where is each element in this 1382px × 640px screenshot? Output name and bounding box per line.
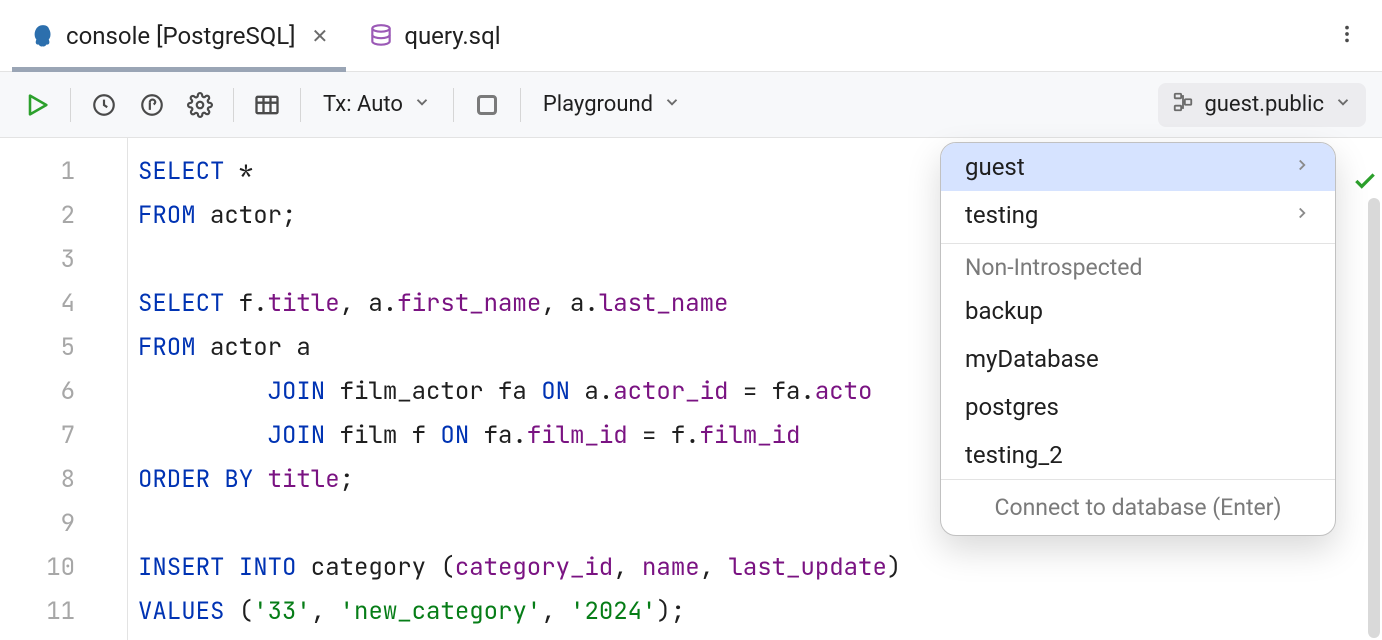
- db-item-testing_2[interactable]: testing_2: [941, 431, 1335, 479]
- gutter-line: 9: [0, 502, 75, 546]
- gutter-line: 2: [0, 194, 75, 238]
- history-button[interactable]: [83, 84, 125, 126]
- gutter-line: 3: [0, 238, 75, 282]
- session-dropdown[interactable]: Playground: [533, 84, 691, 126]
- gutter-line: 4: [0, 282, 75, 326]
- schema-selector[interactable]: guest.public: [1158, 83, 1366, 127]
- gutter-line: 8: [0, 458, 75, 502]
- gutter-line: 10: [0, 546, 75, 590]
- db-item-myDatabase[interactable]: myDatabase: [941, 335, 1335, 383]
- code-line[interactable]: [138, 238, 901, 282]
- table-view-button[interactable]: [246, 84, 288, 126]
- run-button[interactable]: [16, 84, 58, 126]
- code-line[interactable]: VALUES ('33', 'new_category', '2024');: [138, 590, 901, 634]
- chevron-down-icon: [1334, 92, 1352, 117]
- chevron-right-icon: [1293, 155, 1311, 180]
- code-line[interactable]: JOIN film_actor fa ON a.actor_id = fa.ac…: [138, 370, 901, 414]
- tab-query[interactable]: query.sql: [350, 0, 518, 71]
- code-line[interactable]: FROM actor;: [138, 194, 901, 238]
- tab-bar: console [PostgreSQL] ✕ query.sql: [0, 0, 1382, 72]
- gutter-line: 6: [0, 370, 75, 414]
- chevron-right-icon: [1293, 203, 1311, 228]
- database-icon: [368, 23, 394, 49]
- separator: [233, 88, 234, 122]
- tab-label: query.sql: [404, 22, 500, 50]
- db-item-guest[interactable]: guest: [941, 143, 1335, 191]
- separator: [453, 88, 454, 122]
- db-item-label: postgres: [965, 393, 1059, 421]
- close-icon[interactable]: ✕: [312, 24, 329, 48]
- stop-button[interactable]: [466, 84, 508, 126]
- tab-label: console [PostgreSQL]: [66, 22, 296, 50]
- tab-console[interactable]: console [PostgreSQL] ✕: [12, 0, 346, 71]
- db-item-testing[interactable]: testing: [941, 191, 1335, 239]
- db-item-postgres[interactable]: postgres: [941, 383, 1335, 431]
- session-label: Playground: [543, 92, 653, 117]
- gutter-line: 11: [0, 590, 75, 634]
- chevron-down-icon: [663, 92, 681, 117]
- separator: [70, 88, 71, 122]
- code-line[interactable]: INSERT INTO category (category_id, name,…: [138, 546, 901, 590]
- settings-button[interactable]: [179, 84, 221, 126]
- db-item-label: myDatabase: [965, 345, 1099, 373]
- code-line[interactable]: SELECT *: [138, 150, 901, 194]
- schema-icon: [1172, 91, 1194, 119]
- db-item-backup[interactable]: backup: [941, 287, 1335, 335]
- db-item-label: backup: [965, 297, 1043, 325]
- code-line[interactable]: SELECT f.title, a.first_name, a.last_nam…: [138, 282, 901, 326]
- schema-label: guest.public: [1204, 92, 1324, 117]
- db-item-label: testing: [965, 201, 1038, 229]
- code-line[interactable]: FROM actor a: [138, 326, 901, 370]
- tx-mode-label: Tx: Auto: [323, 92, 403, 117]
- chevron-down-icon: [413, 92, 431, 117]
- db-item-label: testing_2: [965, 441, 1063, 469]
- tx-mode-dropdown[interactable]: Tx: Auto: [313, 84, 441, 126]
- gutter-line: 7: [0, 414, 75, 458]
- more-menu-icon[interactable]: [1324, 11, 1370, 61]
- separator: [520, 88, 521, 122]
- db-popup-footer: Connect to database (Enter): [941, 479, 1335, 535]
- gutter-line: 5: [0, 326, 75, 370]
- code-area[interactable]: SELECT *FROM actor; SELECT f.title, a.fi…: [128, 138, 901, 640]
- code-line[interactable]: JOIN film f ON fa.film_id = f.film_id: [138, 414, 901, 458]
- gutter-line: 1: [0, 150, 75, 194]
- postgres-icon: [30, 23, 56, 49]
- code-line[interactable]: ORDER BY title;: [138, 458, 901, 502]
- check-icon: [1352, 168, 1378, 201]
- database-popup: guest testing Non-Introspected backup myDa…: [940, 142, 1336, 536]
- gutter: 1234567891011: [0, 138, 128, 640]
- separator: [300, 88, 301, 122]
- explain-plan-button[interactable]: [131, 84, 173, 126]
- scrollbar-thumb[interactable]: [1368, 198, 1380, 638]
- code-line[interactable]: [138, 502, 901, 546]
- db-item-label: guest: [965, 153, 1025, 181]
- status-strip: [1348, 138, 1382, 640]
- db-section-header: Non-Introspected: [941, 243, 1335, 287]
- toolbar: Tx: Auto Playground guest.public: [0, 72, 1382, 138]
